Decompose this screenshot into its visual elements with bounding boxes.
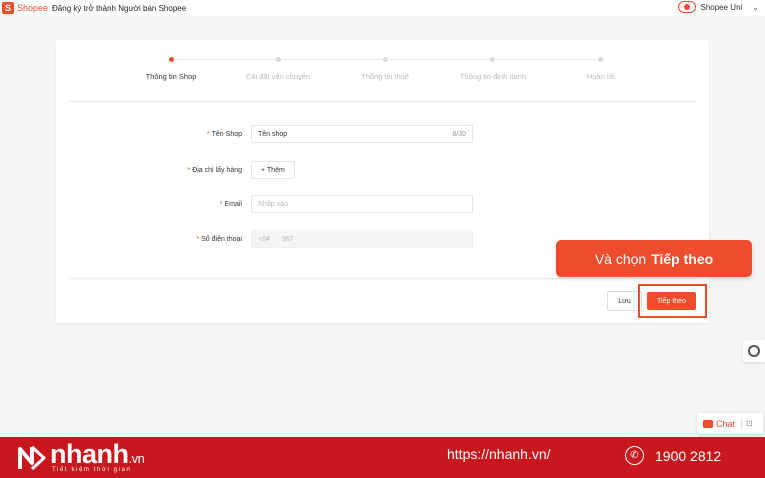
page-title: Đăng ký trở thành Người bán Shopee — [52, 3, 187, 13]
step-label-identity: Thông tin định danh — [459, 72, 527, 81]
step-connector — [176, 59, 276, 60]
step-connector — [390, 59, 490, 60]
headset-icon — [748, 345, 760, 357]
step-label-complete: Hoàn tất — [586, 72, 616, 81]
minimize-icon[interactable]: ⊡ — [746, 419, 753, 428]
step-label-shop-info: Thông tin Shop — [145, 72, 197, 81]
email-label: * Email — [219, 201, 242, 208]
avatar-icon — [678, 1, 697, 13]
step-label-shipping: Cài đặt vận chuyển — [245, 72, 311, 81]
footer-banner: nhanh.vn Tiết kiệm thời gian https://nha… — [0, 437, 765, 478]
pickup-address-row: * Địa chỉ lấy hàng + Thêm — [56, 161, 709, 181]
shop-name-row: * Tên Shop Tên shop 8/30 — [56, 125, 709, 145]
step-connector — [496, 59, 596, 60]
step-dot-identity — [490, 57, 495, 62]
email-field[interactable]: Nhập vào — [251, 195, 473, 213]
step-dot-tax — [383, 57, 388, 62]
divider — [68, 278, 697, 279]
footer-phone[interactable]: 1900 2812 — [655, 448, 721, 464]
footer-tagline: Tiết kiệm thời gian — [52, 467, 132, 473]
phone-value: 367 — [281, 236, 294, 243]
phone-icon: ✆ — [625, 446, 644, 465]
support-widget[interactable] — [743, 340, 765, 362]
email-row: * Email Nhập vào — [56, 195, 709, 215]
step-dot-shipping — [276, 57, 281, 62]
step-dot-shop-info — [169, 57, 174, 62]
callout-text: Và chọn — [594, 250, 647, 267]
nhanh-logo-icon — [18, 445, 46, 471]
char-counter: 8/30 — [452, 131, 466, 138]
top-bar: S Shopee Đăng ký trở thành Người bán Sho… — [0, 0, 765, 16]
step-label-tax: Thông tin thuế — [361, 72, 409, 81]
shop-name-input[interactable]: Tên shop 8/30 — [251, 125, 473, 143]
add-address-button[interactable]: + Thêm — [251, 161, 295, 179]
save-button[interactable]: Lưu — [607, 291, 642, 311]
footer-url[interactable]: https://nhanh.vn/ — [447, 446, 551, 462]
next-button[interactable]: Tiếp theo — [647, 292, 696, 310]
brand-name[interactable]: Shopee — [17, 3, 48, 13]
pickup-address-label: * Địa chỉ lấy hàng — [187, 167, 242, 174]
country-code: +84 — [258, 236, 270, 243]
chevron-down-icon[interactable]: ⌄ — [752, 3, 759, 12]
shop-name-label: * Tên Shop — [206, 131, 242, 138]
step-dot-complete — [598, 57, 603, 62]
shopee-logo-icon[interactable]: S — [2, 2, 14, 14]
tutorial-callout: Và chọn Tiếp theo — [556, 240, 752, 277]
user-name: Shopee Uni — [700, 2, 743, 12]
step-connector — [284, 59, 384, 60]
phone-label: * Số điện thoại — [196, 236, 242, 243]
chat-icon — [703, 419, 713, 428]
progress-stepper: Thông tin Shop Cài đặt vận chuyển Thông … — [56, 54, 709, 94]
divider — [68, 101, 697, 102]
user-menu[interactable]: Shopee Uni ⌄ — [678, 0, 759, 14]
phone-field[interactable]: +84 367 — [251, 230, 473, 248]
footer-brand: nhanh.vn — [50, 439, 145, 469]
divider — [741, 417, 743, 430]
chat-button[interactable]: Chat ⊡ — [697, 413, 763, 434]
callout-bold-text: Tiếp theo — [651, 250, 714, 267]
chat-label: Chat — [716, 418, 736, 429]
registration-card: Thông tin Shop Cài đặt vận chuyển Thông … — [56, 40, 709, 323]
